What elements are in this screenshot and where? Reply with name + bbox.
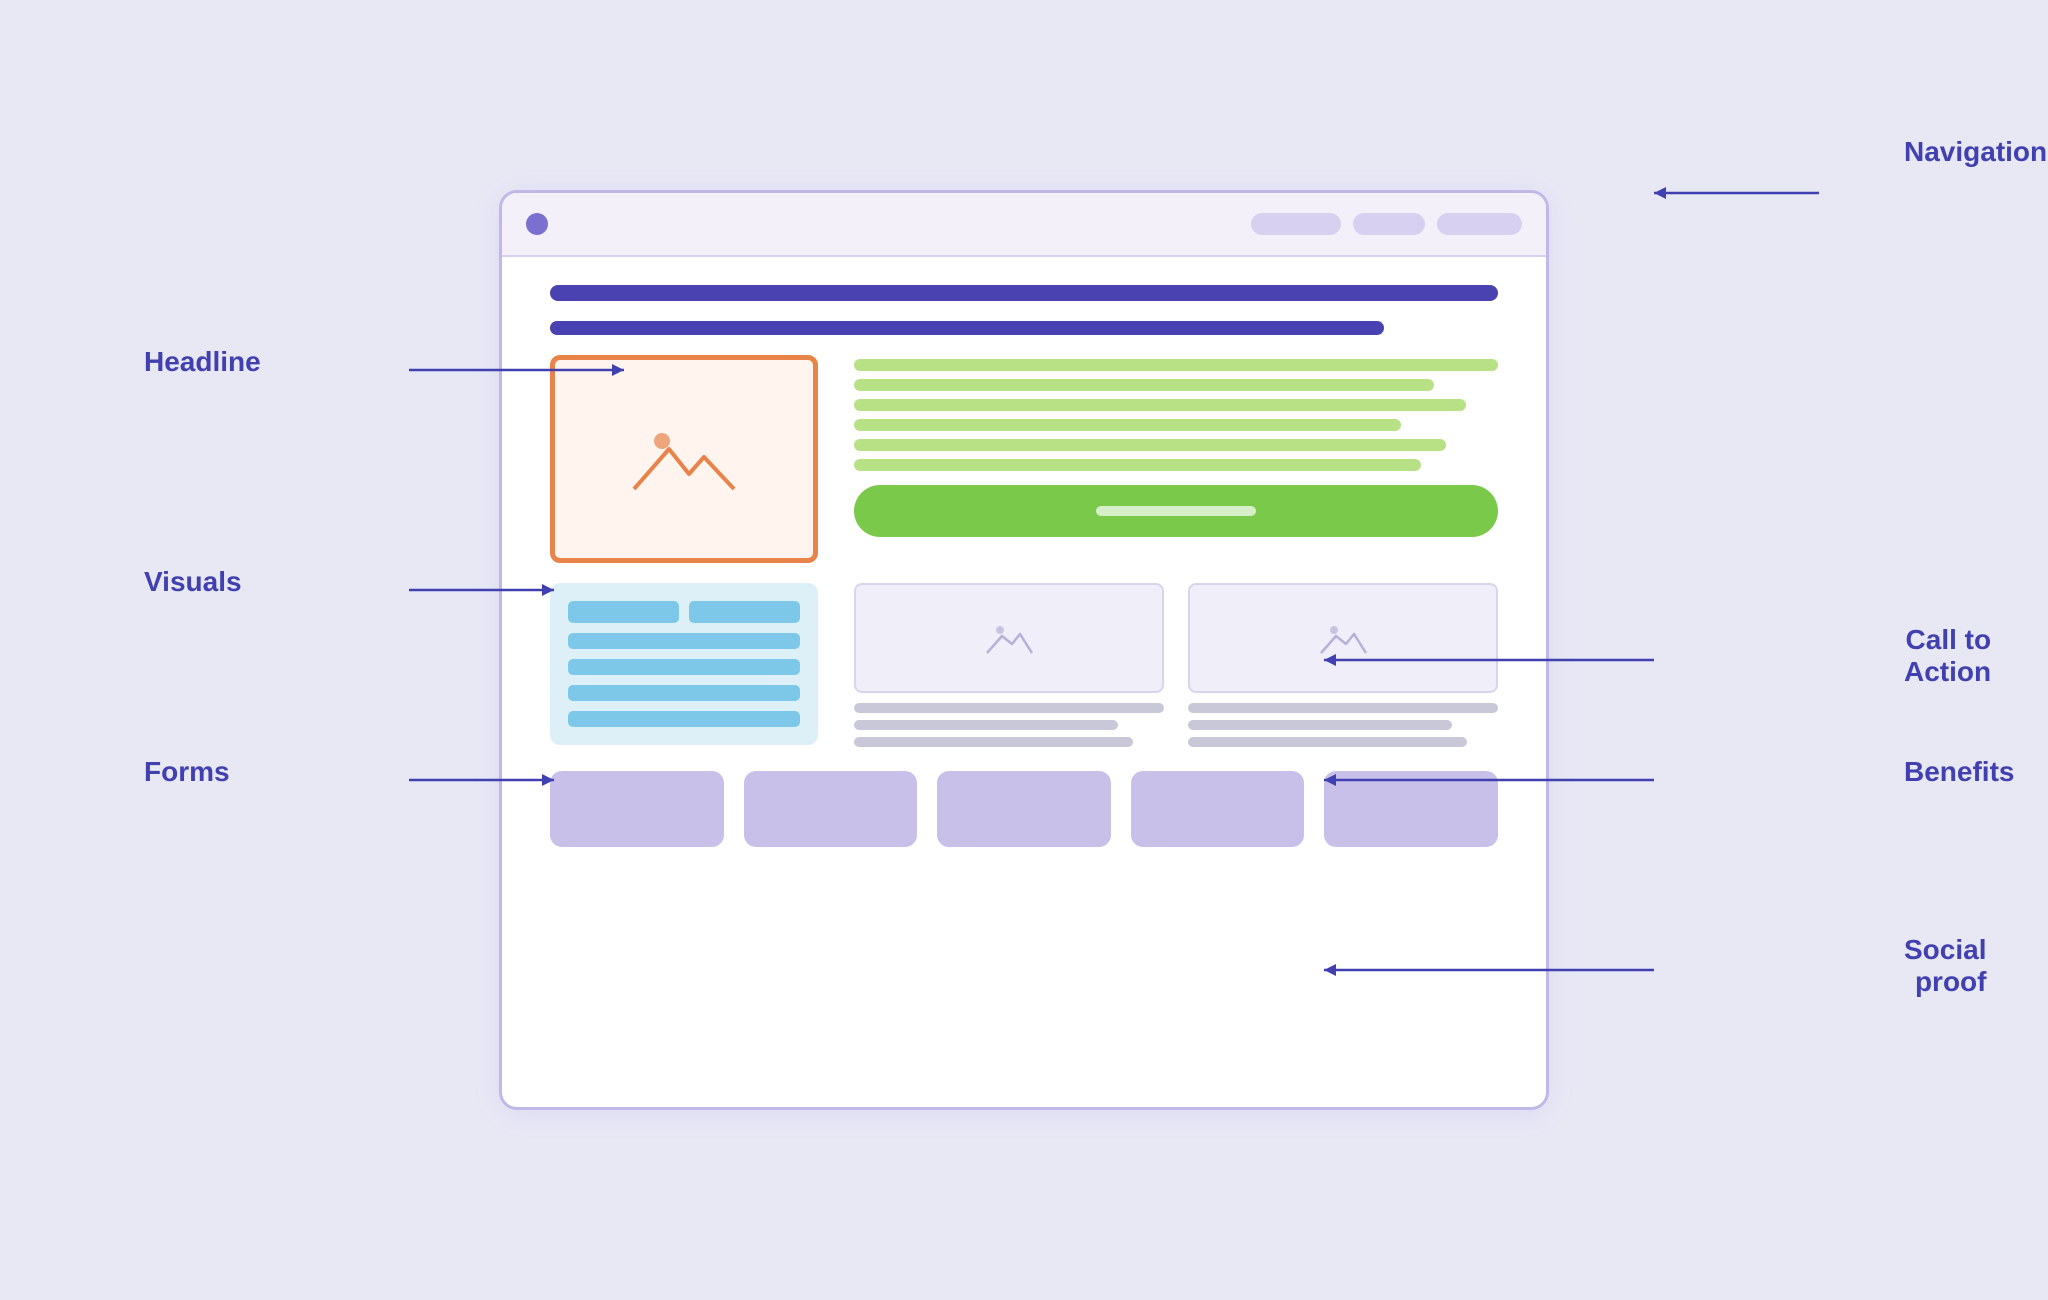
browser-content [502,257,1546,875]
social-card-5 [1324,771,1498,847]
gray-line [854,720,1118,730]
benefit-card-1 [854,583,1164,747]
social-proof-label: Socialproof [1904,934,1986,998]
benefit-img-icon-2 [1316,618,1371,658]
diagram-wrapper: Navigation Headline Visuals Forms [124,100,1924,1200]
green-line [854,439,1446,451]
form-input-full-3[interactable] [568,685,800,701]
benefits-section [854,583,1498,747]
forms-label: Forms [144,756,230,788]
browser-toolbar [502,193,1546,257]
nav-pill-1 [1251,213,1341,235]
benefits-label: Benefits [1904,756,2014,788]
form-input-full-2[interactable] [568,659,800,675]
text-lines [854,359,1498,471]
green-line [854,459,1421,471]
right-content [854,355,1498,537]
social-card-3 [937,771,1111,847]
social-card-1 [550,771,724,847]
form-input-short-1[interactable] [568,601,679,623]
form-section [550,583,818,745]
browser-dot [526,213,548,235]
visuals-label: Visuals [144,566,242,598]
green-line [854,419,1401,431]
social-card-4 [1131,771,1305,847]
social-proof-row [550,771,1498,847]
cta-button[interactable] [854,485,1498,537]
form-top-row [568,601,800,623]
benefit-card-2 [1188,583,1498,747]
image-placeholder [550,355,818,563]
headline-bar-1 [550,285,1498,301]
green-line [854,379,1434,391]
browser-mockup [499,190,1549,1110]
headline-bar-2 [550,321,1384,335]
middle-row [550,583,1498,747]
benefit-image-2 [1188,583,1498,693]
social-card-2 [744,771,918,847]
green-line [854,399,1466,411]
benefit-img-icon-1 [982,618,1037,658]
cta-label-line [1096,506,1256,516]
headline-label: Headline [144,346,261,378]
nav-pill-3 [1437,213,1522,235]
form-input-short-2[interactable] [689,601,800,623]
gray-line [854,737,1133,747]
benefit-image-1 [854,583,1164,693]
benefit-lines-2 [1188,703,1498,747]
gray-line [854,703,1164,713]
cta-label: Call toAction [1904,624,1991,688]
image-icon [624,419,744,499]
green-line [854,359,1498,371]
main-section [550,355,1498,563]
navigation-label: Navigation [1904,136,2047,168]
form-input-full-1[interactable] [568,633,800,649]
gray-line [1188,703,1498,713]
gray-line [1188,720,1452,730]
benefit-lines-1 [854,703,1164,747]
form-input-full-4[interactable] [568,711,800,727]
gray-line [1188,737,1467,747]
nav-pill-2 [1353,213,1425,235]
